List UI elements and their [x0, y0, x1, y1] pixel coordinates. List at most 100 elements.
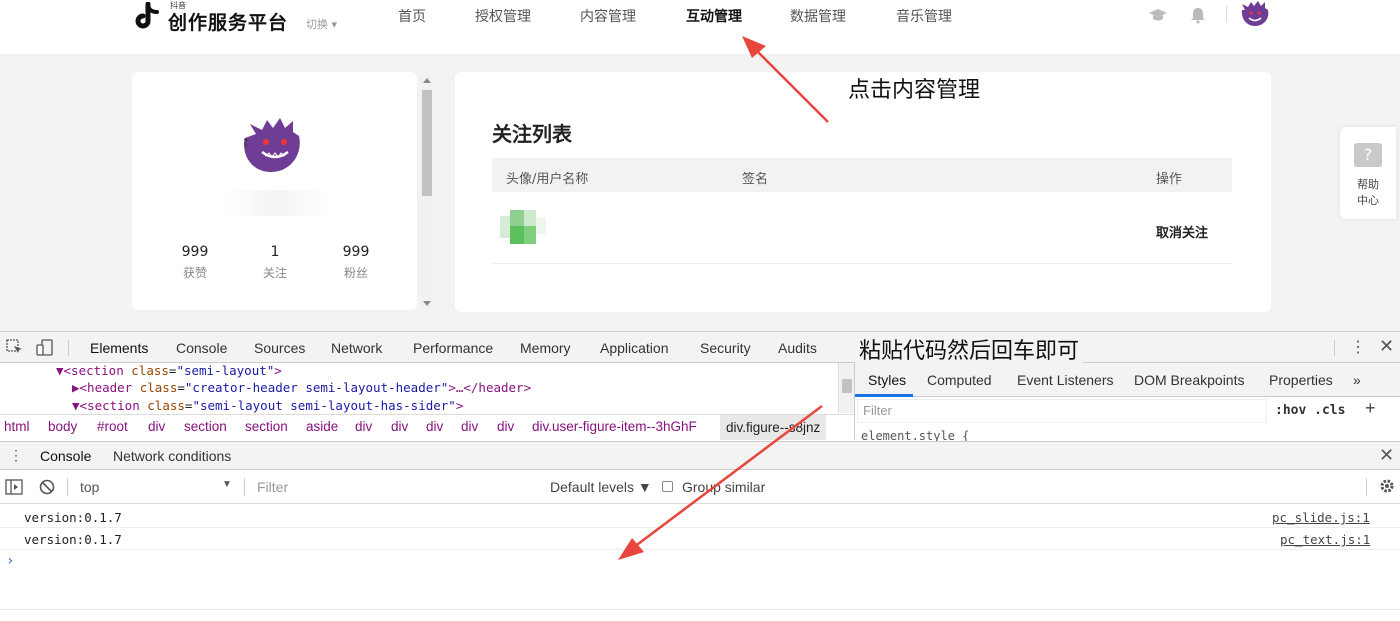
- tab-network[interactable]: Network: [331, 340, 382, 356]
- stat-fans-value: 999: [342, 244, 370, 260]
- styles-filter-placeholder: Filter: [863, 403, 892, 418]
- tab-event-listeners[interactable]: Event Listeners: [1017, 372, 1114, 388]
- breadcrumb-item[interactable]: section: [184, 419, 227, 434]
- tab-performance[interactable]: Performance: [413, 340, 493, 356]
- drawer-tabbar: ⋮ Console Network conditions ✕: [0, 441, 1400, 470]
- styles-pane: Styles Computed Event Listeners DOM Brea…: [854, 363, 1400, 443]
- avatar[interactable]: [1240, 0, 1270, 28]
- inspect-element-icon[interactable]: [6, 339, 24, 356]
- more-tabs-icon[interactable]: »: [1353, 372, 1361, 388]
- follow-list-card: 关注列表 头像/用户名称 签名 操作 取消关注: [455, 72, 1271, 312]
- help-label-line2: 中心: [1357, 194, 1379, 207]
- scrollbar-thumb[interactable]: [842, 379, 852, 393]
- tab-security[interactable]: Security: [700, 340, 751, 356]
- stat-following[interactable]: 1 关注: [245, 244, 305, 281]
- scroll-up-icon[interactable]: [423, 78, 431, 83]
- console-prompt[interactable]: ›: [6, 553, 14, 569]
- tab-memory[interactable]: Memory: [520, 340, 571, 356]
- chevron-down-icon[interactable]: ▼: [222, 479, 232, 490]
- dom-node[interactable]: ▼<section class="semi-layout semi-layout…: [72, 398, 463, 413]
- column-header-action: 操作: [1156, 172, 1183, 187]
- breadcrumb-item[interactable]: div.user-figure-item--3hGhF: [532, 419, 697, 434]
- graduation-cap-icon[interactable]: [1148, 6, 1168, 24]
- nav-music[interactable]: 音乐管理: [896, 6, 952, 26]
- breadcrumb-item[interactable]: #root: [97, 419, 128, 434]
- toolbar-divider: [1366, 478, 1367, 496]
- console-source-link[interactable]: pc_slide.js:1: [1272, 510, 1370, 525]
- stat-following-label: 关注: [262, 266, 287, 280]
- annotation-middle-text: 粘贴代码然后回车即可: [855, 333, 1084, 365]
- breadcrumb-item[interactable]: aside: [306, 419, 338, 434]
- help-label-line1: 帮助: [1357, 178, 1379, 191]
- dom-node[interactable]: ▶<header class="creator-header semi-layo…: [72, 380, 531, 395]
- logo-title[interactable]: 创作服务平台: [168, 8, 288, 35]
- breadcrumb-item[interactable]: div: [497, 419, 514, 434]
- breadcrumb-item[interactable]: div: [355, 419, 372, 434]
- styles-filter-input[interactable]: [857, 399, 1267, 423]
- stat-likes-label: 获赞: [182, 266, 207, 280]
- clear-console-icon[interactable]: [38, 478, 56, 496]
- nav-data[interactable]: 数据管理: [790, 6, 846, 26]
- console-toolbar: top ▼ Filter Default levels ▼ Group simi…: [0, 470, 1400, 504]
- devtools-menu-icon[interactable]: ⋮: [1350, 337, 1366, 357]
- scroll-down-icon[interactable]: [423, 301, 431, 306]
- tab-computed[interactable]: Computed: [927, 372, 992, 388]
- toolbar-divider: [244, 478, 245, 496]
- tab-audits[interactable]: Audits: [778, 340, 817, 356]
- default-levels-dropdown[interactable]: Default levels ▼: [550, 479, 652, 495]
- nav-authorization[interactable]: 授权管理: [475, 6, 531, 26]
- bell-icon[interactable]: [1188, 6, 1208, 24]
- switch-dropdown[interactable]: 切换 ▾: [306, 16, 337, 32]
- devtools-toolbar: Elements Console Sources Network Perform…: [0, 331, 1400, 363]
- context-selector[interactable]: top: [80, 479, 99, 495]
- hov-cls-toggle[interactable]: :hov .cls: [1275, 403, 1345, 418]
- nav-content[interactable]: 内容管理: [580, 6, 636, 26]
- group-similar-checkbox[interactable]: [662, 481, 673, 492]
- drawer-tab-network-conditions[interactable]: Network conditions: [113, 448, 231, 464]
- devtools-close-icon[interactable]: ✕: [1379, 336, 1394, 357]
- nav-home[interactable]: 首页: [398, 6, 426, 26]
- tab-application[interactable]: Application: [600, 340, 669, 356]
- breadcrumb-item[interactable]: html: [4, 419, 30, 434]
- dom-tree: ▼<section class="semi-layout"> ▶<header …: [0, 363, 838, 413]
- breadcrumb-item-selected[interactable]: div.figure--s8jnz: [720, 415, 827, 440]
- breadcrumb-item[interactable]: div: [461, 419, 478, 434]
- nav-interaction[interactable]: 互动管理: [686, 6, 742, 26]
- help-center-button[interactable]: ? 帮助 中心: [1340, 127, 1396, 219]
- column-header-user: 头像/用户名称: [506, 172, 589, 187]
- tab-sources[interactable]: Sources: [254, 340, 305, 356]
- unfollow-button[interactable]: 取消关注: [1156, 222, 1208, 241]
- table-header: 头像/用户名称 签名 操作: [492, 158, 1232, 192]
- tab-properties[interactable]: Properties: [1269, 372, 1333, 388]
- stat-fans[interactable]: 999 粉丝: [326, 244, 386, 281]
- tab-styles[interactable]: Styles: [868, 372, 906, 388]
- console-source-link[interactable]: pc_text.js:1: [1280, 532, 1370, 547]
- console-message-text: version:0.1.7: [24, 532, 122, 547]
- breadcrumb-item[interactable]: div: [426, 419, 443, 434]
- drawer-menu-icon[interactable]: ⋮: [9, 447, 23, 464]
- tab-elements[interactable]: Elements: [90, 340, 148, 356]
- new-style-rule-icon[interactable]: +: [1365, 398, 1376, 419]
- active-tab-underline: [855, 394, 913, 397]
- breadcrumb-item[interactable]: div: [148, 419, 165, 434]
- gear-icon[interactable]: [1378, 477, 1396, 495]
- drawer-tab-console[interactable]: Console: [40, 448, 91, 464]
- dom-node[interactable]: ▼<section class="semi-layout">: [56, 363, 282, 378]
- breadcrumb-item[interactable]: section: [245, 419, 288, 434]
- scrollbar-thumb[interactable]: [422, 90, 432, 196]
- douyin-logo-icon[interactable]: [132, 2, 164, 32]
- tab-console[interactable]: Console: [176, 340, 227, 356]
- tab-dom-breakpoints[interactable]: DOM Breakpoints: [1134, 372, 1244, 388]
- blurred-username: [222, 190, 332, 216]
- drawer-close-icon[interactable]: ✕: [1379, 445, 1394, 466]
- console-filter-input[interactable]: Filter: [257, 479, 288, 495]
- sidebar-toggle-icon[interactable]: [5, 478, 23, 496]
- breadcrumb-item[interactable]: div: [391, 419, 408, 434]
- device-toolbar-icon[interactable]: [36, 339, 54, 356]
- dom-scrollbar[interactable]: [838, 363, 854, 413]
- table-row: 取消关注: [492, 196, 1232, 264]
- follow-list-title: 关注列表: [492, 122, 572, 146]
- console-bottom-border: [0, 609, 1400, 610]
- breadcrumb-item[interactable]: body: [48, 419, 77, 434]
- sidebar-scrollbar[interactable]: [420, 74, 434, 310]
